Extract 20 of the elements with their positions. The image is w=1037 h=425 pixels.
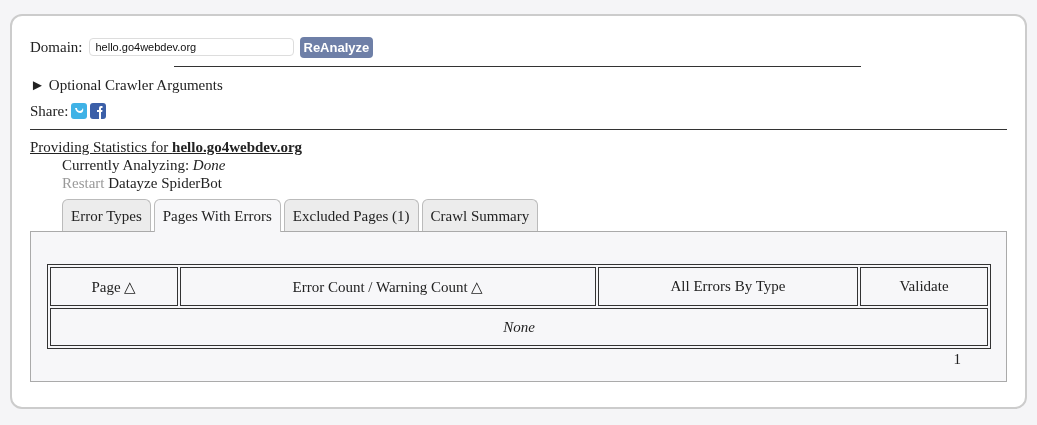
domain-label: Domain: [30,38,83,56]
statistics-heading-link[interactable]: Providing Statistics for hello.go4webdev.org [30,139,303,156]
bot-name: Datayze SpiderBot [108,175,222,191]
share-label: Share: [30,102,69,120]
column-header[interactable]: Error Count / Warning Count △ [180,267,596,306]
tab[interactable]: Excluded Pages (1) [283,199,419,231]
optional-arguments-toggle[interactable]: Optional Crawler Arguments [48,76,223,94]
page-number[interactable]: 1 [953,351,961,368]
column-header[interactable]: All Errors By Type [598,267,858,306]
facebook-icon[interactable] [90,103,107,119]
column-header[interactable]: Page △ [50,267,178,306]
tab[interactable]: Error Types [62,199,151,231]
reanalyze-button[interactable]: ReAnalyze [299,36,374,58]
column-header[interactable]: Validate [860,267,988,306]
tab[interactable]: Crawl Summary [421,199,539,231]
analysis-status: Currently Analyzing: Done [62,156,227,174]
tab[interactable]: Pages With Errors [153,199,281,232]
table-cell: None [50,308,988,346]
domain-field[interactable]: hello.go4webdev.org [88,38,294,56]
disclosure-triangle[interactable]: ► [30,76,45,94]
